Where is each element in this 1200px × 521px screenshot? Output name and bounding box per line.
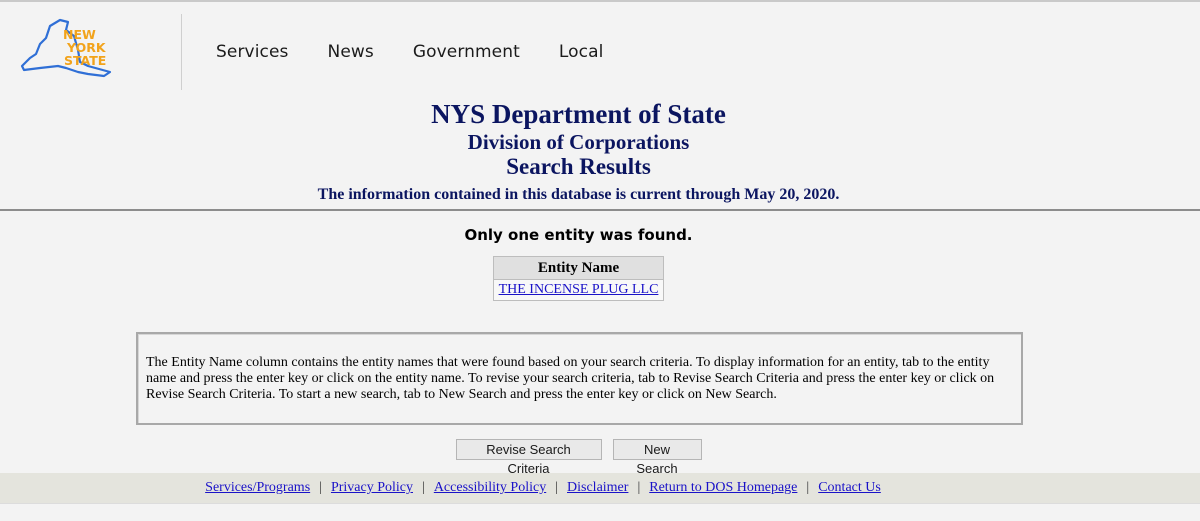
footer-link-dos-homepage[interactable]: Return to DOS Homepage xyxy=(649,480,797,495)
table-row: THE INCENSE PLUG LLC xyxy=(493,279,664,301)
results-table: Entity Name THE INCENSE PLUG LLC xyxy=(493,256,664,301)
footer-separator: | xyxy=(637,480,641,495)
data-currency-note: The information contained in this databa… xyxy=(317,186,840,203)
nys-state-outline-icon: NEW YORK STATE xyxy=(20,18,112,78)
footer-link-contact-us[interactable]: Contact Us xyxy=(818,480,881,495)
entity-name-column-header: Entity Name xyxy=(493,256,664,280)
results-heading: Search Results xyxy=(506,154,651,179)
site-header: NEW YORK STATE Services News Government … xyxy=(0,2,1200,92)
main-nav: Services News Government Local xyxy=(216,42,642,62)
header-divider xyxy=(181,14,182,90)
footer-separator: | xyxy=(806,480,810,495)
bottom-strip xyxy=(0,503,1200,521)
nys-logo[interactable]: NEW YORK STATE xyxy=(18,16,128,82)
new-search-button[interactable]: New Search xyxy=(612,439,702,476)
footer-separator: | xyxy=(319,480,322,495)
table-header-row: Entity Name xyxy=(493,256,664,280)
nav-local[interactable]: Local xyxy=(559,42,604,62)
horizontal-rule xyxy=(0,209,1200,211)
page-subtitle: Division of Corporations xyxy=(467,130,690,154)
footer: Services/Programs | Privacy Policy | Accessi… xyxy=(0,473,1200,503)
instructions-text: The Entity Name column contains the enti… xyxy=(146,355,995,402)
nav-news[interactable]: News xyxy=(328,42,374,62)
logo-line-3: STATE xyxy=(64,53,106,68)
revise-search-button[interactable]: Revise Search Criteria xyxy=(455,439,602,476)
footer-link-privacy-policy[interactable]: Privacy Policy xyxy=(331,480,413,495)
footer-link-disclaimer[interactable]: Disclaimer xyxy=(567,480,628,495)
footer-link-accessibility-policy[interactable]: Accessibility Policy xyxy=(434,480,546,495)
footer-link-services-programs[interactable]: Services/Programs xyxy=(205,480,310,495)
footer-separator: | xyxy=(555,480,559,495)
footer-separator: | xyxy=(422,480,425,495)
action-buttons: Revise Search Criteria New Search xyxy=(0,439,1157,476)
title-block: NYS Department of State Division of Corp… xyxy=(0,98,1157,205)
instructions-box: The Entity Name column contains the enti… xyxy=(136,332,1023,425)
nav-services[interactable]: Services xyxy=(216,42,289,62)
footer-links: Services/Programs | Privacy Policy | Accessi… xyxy=(205,480,881,496)
table-cell: THE INCENSE PLUG LLC xyxy=(493,279,664,301)
results-count-message: Only one entity was found. xyxy=(464,226,693,244)
entity-name-link[interactable]: THE INCENSE PLUG LLC xyxy=(499,282,659,297)
nav-government[interactable]: Government xyxy=(413,42,520,62)
page-title: NYS Department of State xyxy=(431,99,726,129)
